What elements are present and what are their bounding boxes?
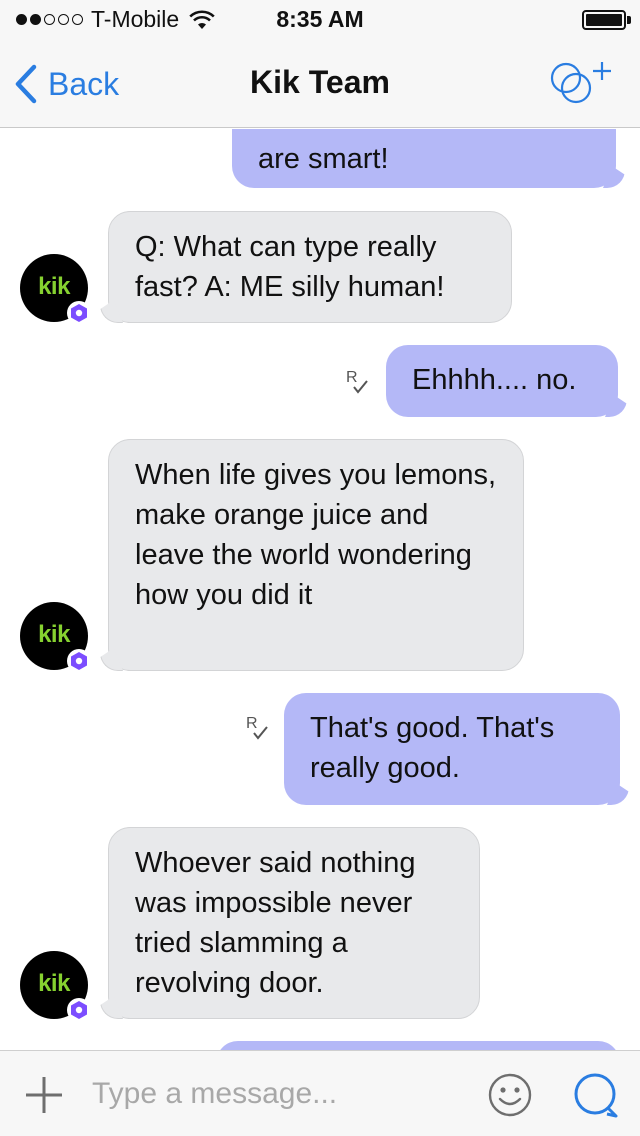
chat-bubble-icon[interactable] [572, 1071, 620, 1119]
verified-badge-icon [67, 301, 91, 325]
svg-text:R: R [246, 715, 258, 732]
nav-bar: Back Kik Team [0, 40, 640, 128]
message-text: Whoever said nothing was impossible neve… [135, 847, 416, 999]
message-input[interactable] [92, 1071, 472, 1117]
message-incoming[interactable]: When life gives you lemons, make orange … [108, 439, 524, 671]
message-text: That's good. That's really good. [310, 712, 555, 784]
composer-bar [0, 1050, 640, 1136]
battery-tip [627, 16, 631, 24]
message-outgoing[interactable]: are smart! [232, 129, 616, 188]
verified-badge-icon [67, 649, 91, 673]
smiley-icon[interactable] [488, 1073, 532, 1117]
verified-badge-icon [67, 998, 91, 1022]
add-people-icon[interactable] [544, 58, 616, 110]
read-receipt-icon: R [246, 715, 268, 740]
message-text: are smart! [258, 143, 389, 175]
svg-text:R: R [346, 369, 358, 386]
avatar[interactable]: kik [20, 602, 91, 673]
message-text: Q: What can type really fast? A: ME sill… [135, 231, 445, 303]
plus-icon[interactable] [24, 1075, 64, 1115]
message-incoming[interactable]: Whoever said nothing was impossible neve… [108, 827, 480, 1019]
message-list[interactable]: are smart! kik Q: What can type really f… [0, 129, 640, 1050]
message-outgoing[interactable]: Ehhhh.... no. [386, 345, 618, 417]
read-receipt-icon: R [346, 369, 368, 394]
status-bar: T-Mobile 8:35 AM [0, 0, 640, 40]
avatar[interactable]: kik [20, 254, 91, 325]
battery-icon [582, 10, 626, 30]
clock: 8:35 AM [276, 6, 364, 32]
message-outgoing-partial[interactable] [216, 1041, 620, 1050]
message-outgoing[interactable]: That's good. That's really good. [284, 693, 620, 805]
message-text: Ehhhh.... no. [412, 364, 577, 396]
avatar[interactable]: kik [20, 951, 91, 1022]
message-incoming[interactable]: Q: What can type really fast? A: ME sill… [108, 211, 512, 323]
message-text: When life gives you lemons, make orange … [135, 459, 497, 611]
